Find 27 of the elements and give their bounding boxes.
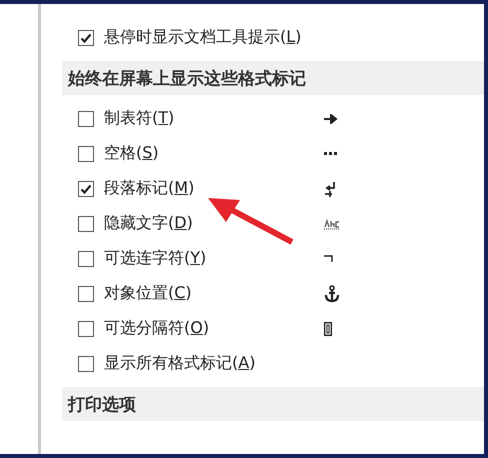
option-label: 可选连字符(Y) xyxy=(104,248,208,269)
option-label: 段落标记(M) xyxy=(104,178,196,199)
checkbox[interactable] xyxy=(78,216,94,232)
checkbox[interactable] xyxy=(78,250,94,266)
section-title: 打印选项 xyxy=(68,394,136,416)
option-label: 显示所有格式标记(A) xyxy=(104,353,256,374)
checkbox[interactable] xyxy=(78,286,94,302)
dotted-text-icon xyxy=(324,218,340,230)
checkbox[interactable] xyxy=(78,146,94,162)
checkbox[interactable] xyxy=(78,110,94,126)
break-box-icon xyxy=(324,322,332,336)
option-label: 隐藏文字(D) xyxy=(104,213,194,234)
option-label: 制表符(T) xyxy=(104,108,176,129)
checkbox[interactable] xyxy=(78,320,94,336)
arrow-icon xyxy=(324,114,338,124)
section-title: 始终在屏幕上显示这些格式标记 xyxy=(68,68,306,90)
option-label: 悬停时显示文档工具提示(L) xyxy=(104,27,302,48)
option-label: 对象位置(C) xyxy=(104,283,193,304)
hyphen-icon xyxy=(324,254,334,262)
option-label: 可选分隔符(O) xyxy=(104,318,210,339)
checkbox[interactable] xyxy=(78,356,94,372)
anchor-icon xyxy=(324,284,340,302)
return-mark-icon xyxy=(324,180,336,196)
checkbox[interactable] xyxy=(78,30,94,46)
option-label: 空格(S) xyxy=(104,143,160,164)
checkbox[interactable] xyxy=(78,180,94,196)
dots-icon xyxy=(324,152,338,156)
